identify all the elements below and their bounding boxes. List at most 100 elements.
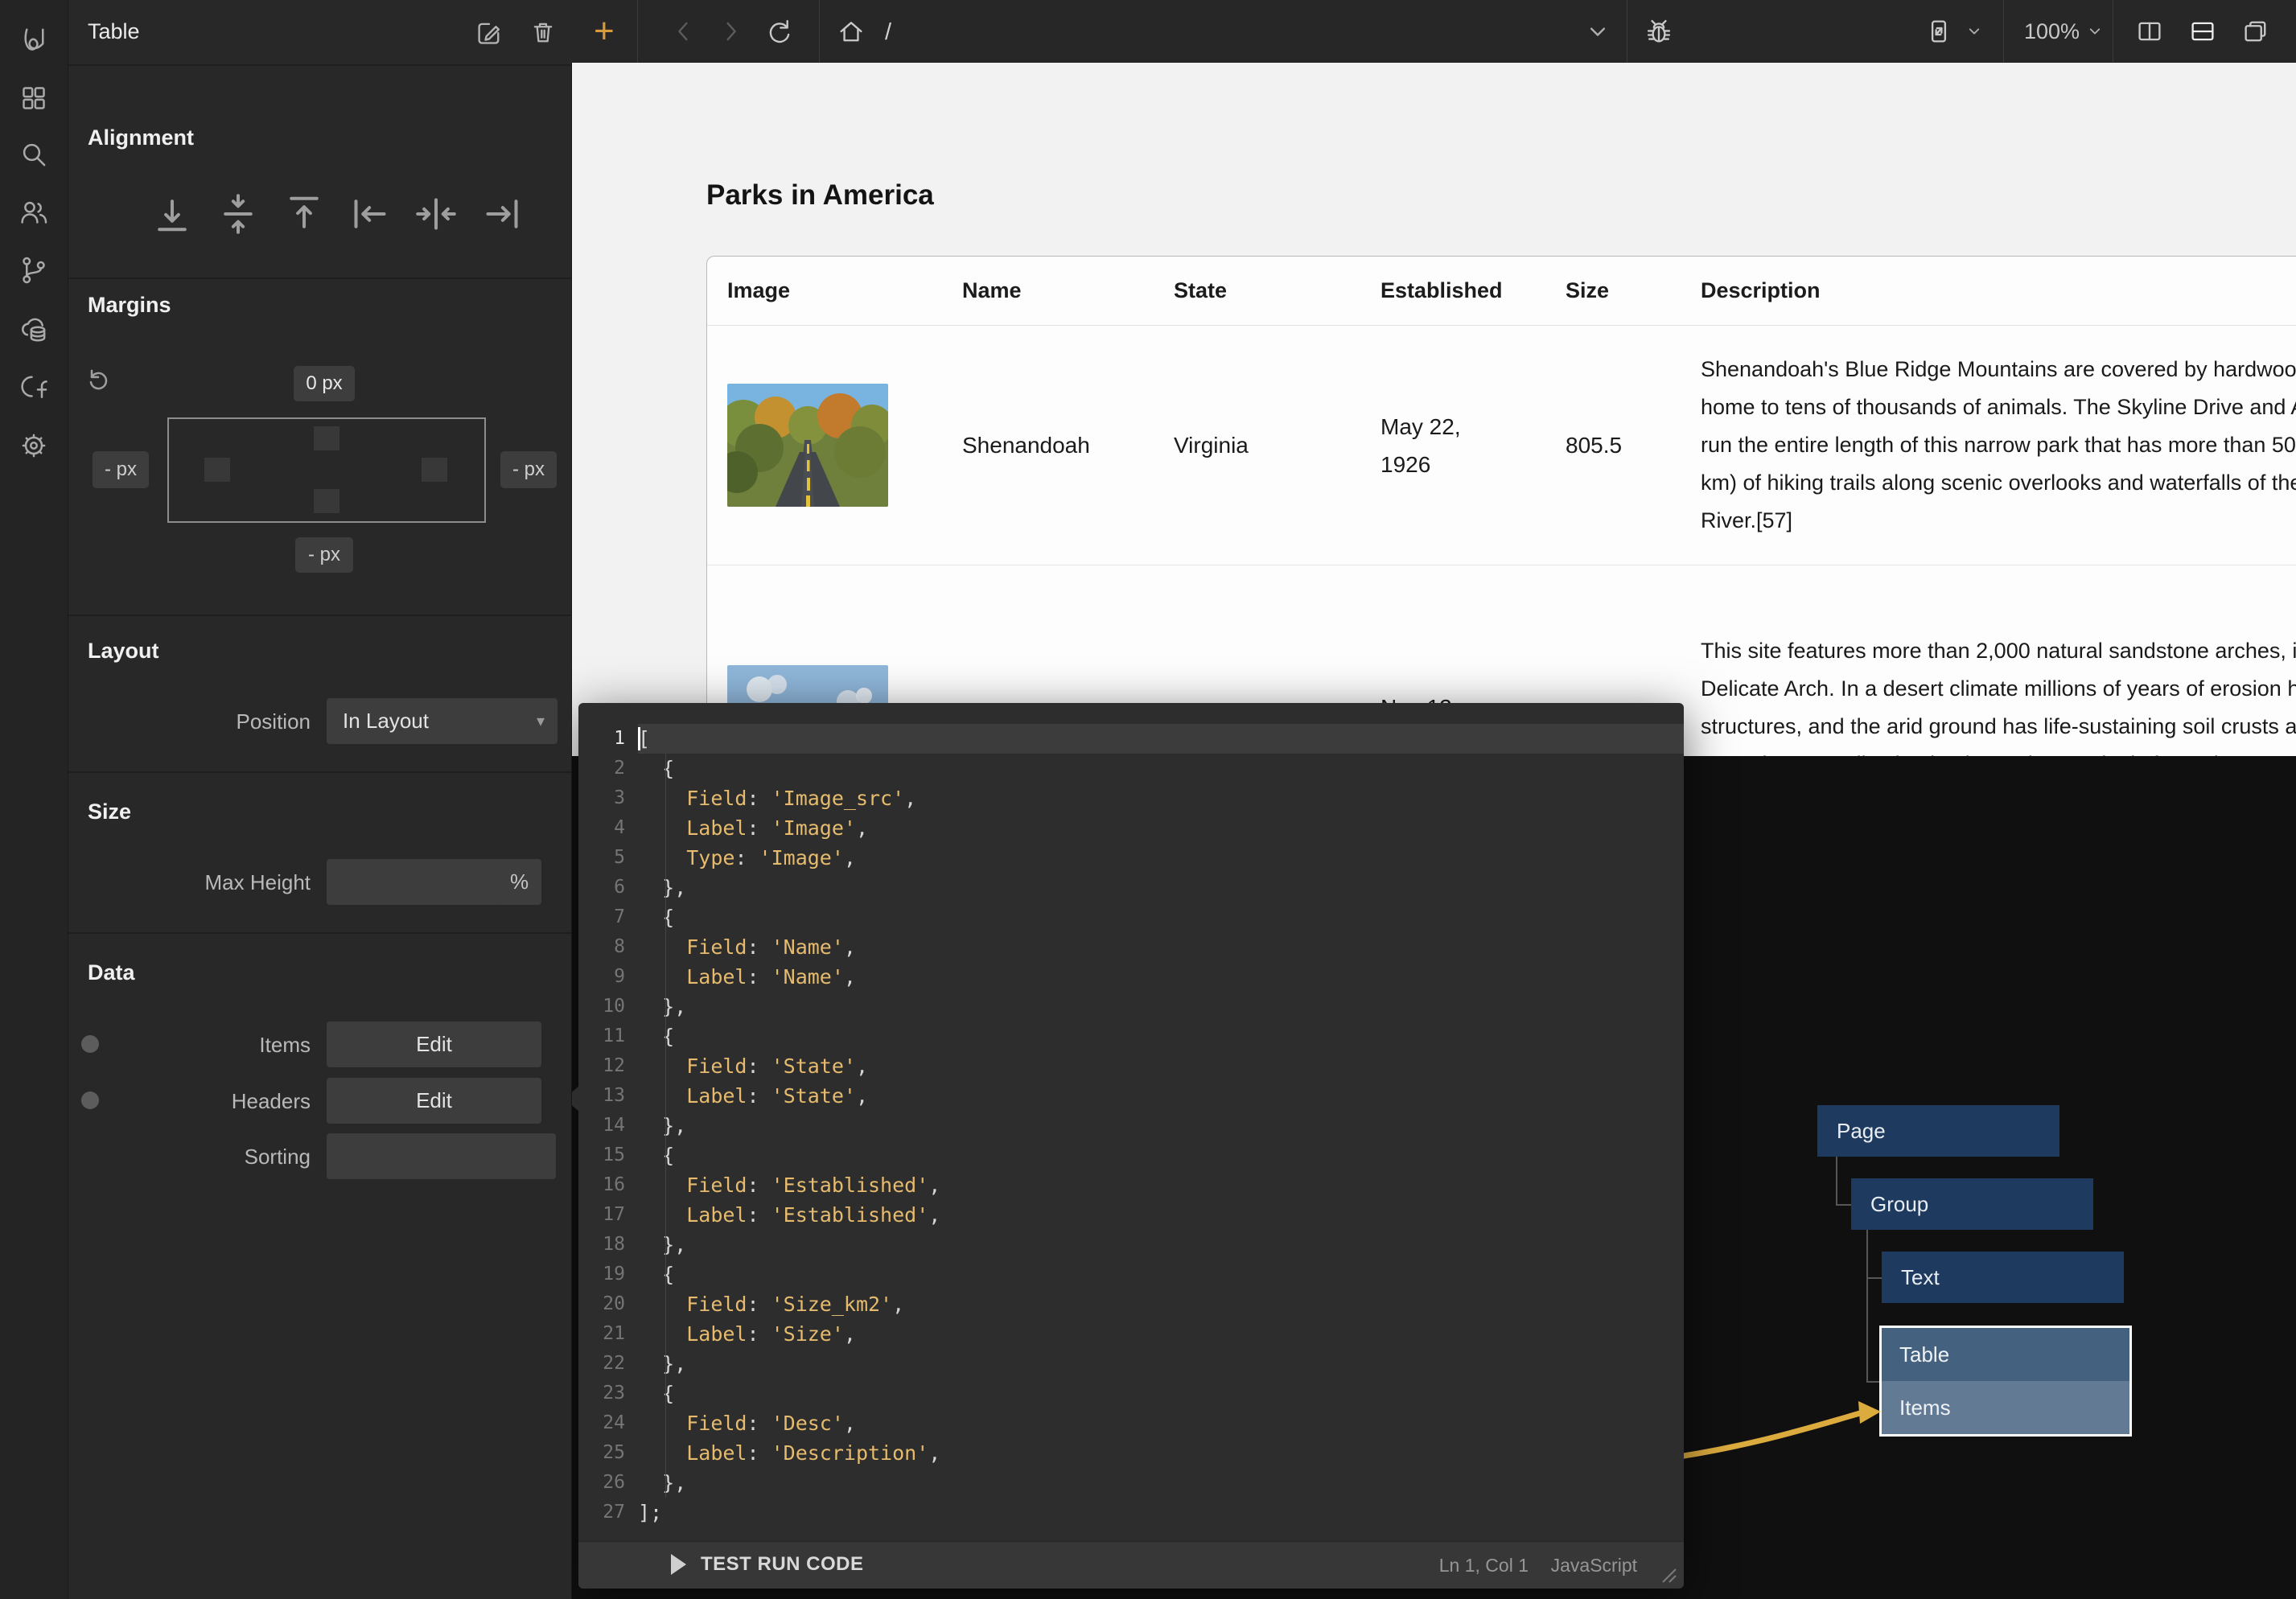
items-binding-dot[interactable] xyxy=(81,1035,99,1053)
align-right-icon[interactable] xyxy=(479,191,525,236)
code-line[interactable]: 2 { xyxy=(578,754,1684,783)
code-line[interactable]: 27]; xyxy=(578,1498,1684,1527)
code-line[interactable]: 1[ xyxy=(578,724,1684,754)
line-number: 9 xyxy=(578,962,638,992)
zoom-level[interactable]: 100% xyxy=(2024,19,2080,44)
code-line[interactable]: 6 }, xyxy=(578,873,1684,902)
zoom-chevron-icon[interactable] xyxy=(2084,17,2106,46)
code-line[interactable]: 24 Field: 'Desc', xyxy=(578,1408,1684,1438)
node-label: Page xyxy=(1837,1119,1886,1144)
rename-icon[interactable] xyxy=(475,18,504,47)
code-line[interactable]: 21 Label: 'Size', xyxy=(578,1319,1684,1349)
settings-gear-icon[interactable] xyxy=(18,430,50,462)
headers-binding-dot[interactable] xyxy=(81,1091,99,1109)
code-line[interactable]: 17 Label: 'Established', xyxy=(578,1200,1684,1230)
code-line[interactable]: 12 Field: 'State', xyxy=(578,1051,1684,1081)
align-vertical-center-icon[interactable] xyxy=(216,191,261,236)
code-line[interactable]: 5 Type: 'Image', xyxy=(578,843,1684,873)
code-editor-footer: TEST RUN CODE Ln 1, Col 1 JavaScript xyxy=(578,1541,1684,1589)
margin-handle-left[interactable] xyxy=(204,458,230,482)
app-canvas[interactable]: Parks in America ImageNameStateEstablish… xyxy=(571,63,2296,756)
refresh-icon[interactable] xyxy=(764,17,793,46)
code-line[interactable]: 10 }, xyxy=(578,992,1684,1021)
tree-node-table-row[interactable]: Table xyxy=(1882,1328,2129,1381)
stacked-windows-icon[interactable] xyxy=(2241,17,2270,46)
layout-section-label: Layout xyxy=(88,639,159,664)
table-row[interactable]: ShenandoahVirginiaMay 22, 1926805.5Shena… xyxy=(707,326,2296,565)
screen-size-chevron-icon[interactable] xyxy=(1963,17,1985,46)
code-line[interactable]: 15 { xyxy=(578,1141,1684,1170)
nav-forward-icon[interactable] xyxy=(716,17,745,46)
text-cursor xyxy=(638,727,640,750)
tree-node-text[interactable]: Text xyxy=(1882,1252,2124,1303)
code-line[interactable]: 14 }, xyxy=(578,1111,1684,1141)
cell-size: 805.5 xyxy=(1545,433,1681,458)
position-select[interactable]: In Layout ▾ xyxy=(327,698,558,744)
parks-table[interactable]: ImageNameStateEstablishedSizeDescription… xyxy=(706,256,2296,756)
tree-node-group[interactable]: Group xyxy=(1851,1178,2093,1230)
test-run-code-button[interactable]: TEST RUN CODE xyxy=(671,1553,864,1576)
margin-top-value[interactable]: 0 px xyxy=(294,366,355,401)
code-line[interactable]: 7 { xyxy=(578,902,1684,932)
margin-bottom-value[interactable]: - px xyxy=(295,537,353,573)
tree-node-page[interactable]: Page xyxy=(1817,1105,2059,1157)
split-rows-icon[interactable] xyxy=(2188,17,2217,46)
line-number: 18 xyxy=(578,1230,638,1260)
cloud-function-icon[interactable] xyxy=(18,370,50,402)
components-grid-icon[interactable] xyxy=(18,82,50,114)
code-line[interactable]: 19 { xyxy=(578,1260,1684,1289)
align-left-icon[interactable] xyxy=(348,191,393,236)
park-photo xyxy=(727,384,888,507)
code-editor-popover[interactable]: 1[2 {3 Field: 'Image_src',4 Label: 'Imag… xyxy=(578,703,1684,1589)
cloud-database-icon[interactable] xyxy=(18,314,50,346)
language-badge[interactable]: JavaScript xyxy=(1551,1555,1637,1576)
headers-edit-button[interactable]: Edit xyxy=(327,1078,541,1124)
code-line[interactable]: 18 }, xyxy=(578,1230,1684,1260)
line-number: 10 xyxy=(578,992,638,1021)
code-line[interactable]: 8 Field: 'Name', xyxy=(578,932,1684,962)
code-line[interactable]: 9 Label: 'Name', xyxy=(578,962,1684,992)
code-line[interactable]: 16 Field: 'Established', xyxy=(578,1170,1684,1200)
home-icon[interactable] xyxy=(837,17,866,46)
sorting-input[interactable] xyxy=(327,1133,556,1179)
delete-trash-icon[interactable] xyxy=(529,18,558,47)
margin-handle-right[interactable] xyxy=(422,458,447,482)
search-icon[interactable] xyxy=(18,138,50,171)
split-columns-icon[interactable] xyxy=(2135,17,2164,46)
reset-margins-icon[interactable] xyxy=(84,366,112,393)
url-chevron-down-icon[interactable] xyxy=(1583,17,1612,46)
margin-handle-bottom[interactable] xyxy=(314,489,339,513)
app-logo-icon[interactable] xyxy=(18,23,50,55)
code-line[interactable]: 26 }, xyxy=(578,1468,1684,1498)
code-editor-lines[interactable]: 1[2 {3 Field: 'Image_src',4 Label: 'Imag… xyxy=(578,703,1684,1542)
nav-back-icon[interactable] xyxy=(669,17,698,46)
position-label: Position xyxy=(134,709,311,734)
code-line[interactable]: 3 Field: 'Image_src', xyxy=(578,783,1684,813)
items-edit-button[interactable]: Edit xyxy=(327,1021,541,1067)
node-label: Text xyxy=(1901,1265,1940,1290)
url-path[interactable]: / xyxy=(885,19,891,46)
code-line[interactable]: 4 Label: 'Image', xyxy=(578,813,1684,843)
add-component-button[interactable]: + xyxy=(594,11,615,51)
code-line[interactable]: 23 { xyxy=(578,1379,1684,1408)
code-line[interactable]: 22 }, xyxy=(578,1349,1684,1379)
align-bottom-icon[interactable] xyxy=(150,191,195,236)
margin-handle-top[interactable] xyxy=(314,426,339,450)
code-line[interactable]: 11 { xyxy=(578,1021,1684,1051)
code-line[interactable]: 25 Label: 'Description', xyxy=(578,1438,1684,1468)
screen-size-icon[interactable] xyxy=(1924,17,1953,46)
code-line[interactable]: 13 Label: 'State', xyxy=(578,1081,1684,1111)
align-horizontal-center-icon[interactable] xyxy=(414,191,459,236)
align-top-icon[interactable] xyxy=(282,191,327,236)
debug-bug-icon[interactable] xyxy=(1644,17,1673,46)
tree-node-table-selected[interactable]: Table Items xyxy=(1879,1326,2132,1437)
users-icon[interactable] xyxy=(18,196,50,228)
margin-right-value[interactable]: - px xyxy=(500,451,557,488)
code-line[interactable]: 20 Field: 'Size_km2', xyxy=(578,1289,1684,1319)
margins-section-label: Margins xyxy=(88,293,171,318)
margin-left-value[interactable]: - px xyxy=(93,451,149,488)
max-height-input[interactable] xyxy=(327,859,508,905)
tree-node-items-row[interactable]: Items xyxy=(1882,1381,2129,1434)
resize-grip[interactable] xyxy=(1660,1566,1677,1584)
git-branch-icon[interactable] xyxy=(18,254,50,286)
